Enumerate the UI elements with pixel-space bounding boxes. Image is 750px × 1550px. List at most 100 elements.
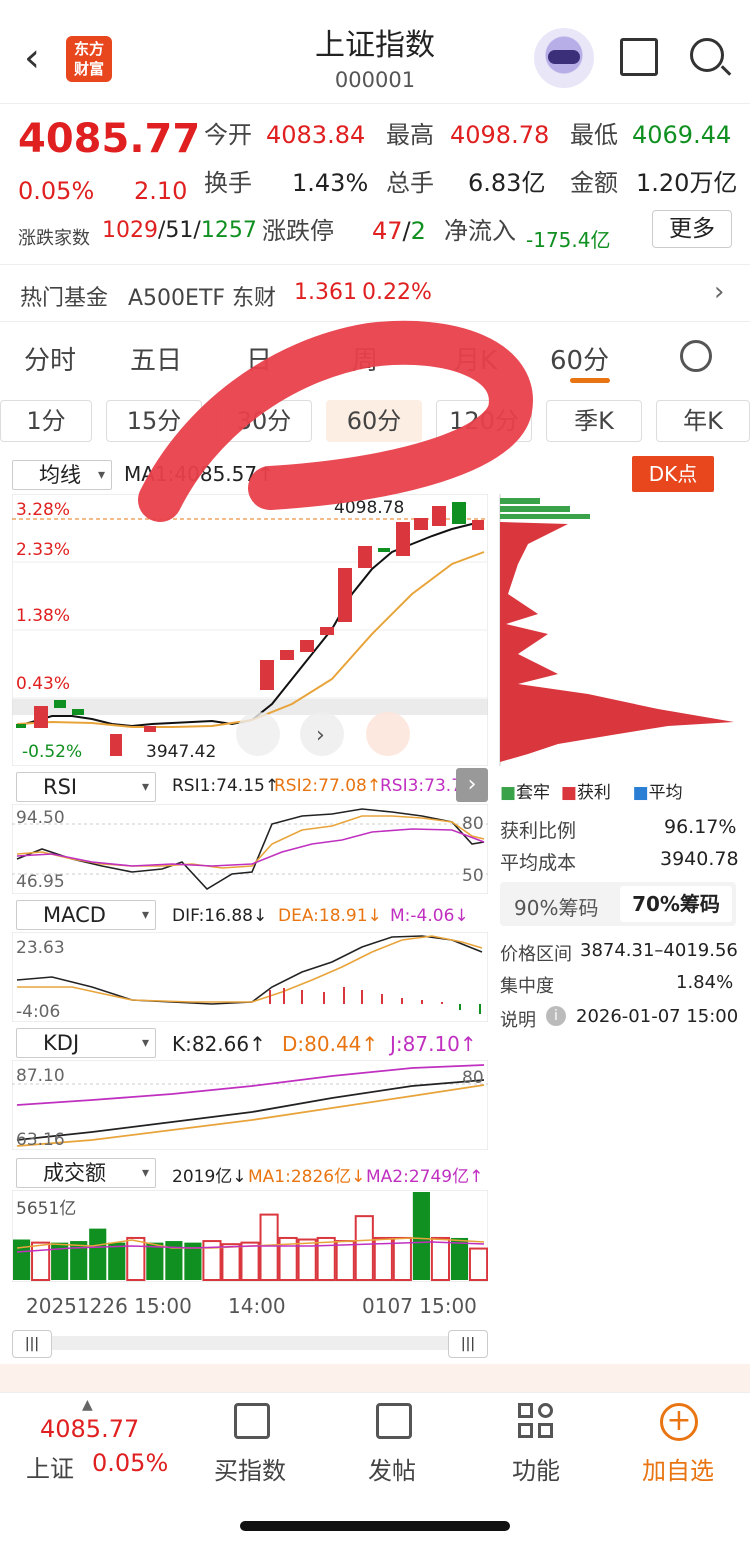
kdj-select[interactable]: KDJ: [16, 1028, 156, 1058]
chart-trend-icon[interactable]: [234, 1403, 270, 1439]
range-slider-left-handle[interactable]: |||: [12, 1330, 52, 1358]
macd-y-bottom: -4:06: [16, 1002, 61, 1022]
add-watchlist-button[interactable]: 加自选: [642, 1451, 714, 1486]
volume-bar-chart: [12, 1190, 488, 1282]
open-value: 4083.84: [266, 121, 366, 149]
more-button[interactable]: 更多: [652, 210, 732, 248]
range-value: 3874.31–4019.56: [580, 940, 738, 961]
updown-counts: 1029/51/1257: [102, 218, 257, 243]
chip-legend: ■套牢 ■获利 ■平均: [500, 783, 683, 803]
volume-bar: [89, 1228, 107, 1280]
edit-post-icon[interactable]: [376, 1403, 412, 1439]
volume-bar: [450, 1237, 469, 1280]
macd-dea: DEA:18.91↓: [278, 906, 382, 926]
high-label: 最高: [386, 121, 434, 149]
rsi-ref-bottom: 50: [462, 866, 484, 886]
red-annotation-stroke: [138, 320, 533, 522]
range-slider-right-handle[interactable]: |||: [448, 1330, 488, 1358]
volume-bar: [240, 1241, 260, 1281]
kdj-ref: 80: [462, 1068, 484, 1088]
kdj-chart: [12, 1060, 488, 1150]
y-label-2: 2.33%: [16, 540, 71, 560]
date-end: 0107 15:00: [362, 1294, 477, 1318]
chip-tab-90[interactable]: 90%筹码: [514, 892, 598, 921]
kdj-k: K:82.66↑: [172, 1032, 266, 1056]
chip-distribution-chart: [499, 494, 734, 766]
volume-bar: [316, 1236, 336, 1281]
bottom-index-name: 上证: [26, 1455, 74, 1483]
subtab-quarter[interactable]: 季K: [546, 400, 642, 442]
amount-value: 1.20万亿: [636, 169, 738, 197]
y-label-3: 1.38%: [16, 606, 71, 626]
open-label: 今开: [204, 121, 252, 149]
bottom-banner-strip: [0, 1364, 750, 1394]
volume-bar: [468, 1247, 488, 1281]
volume-select[interactable]: 成交额: [16, 1158, 156, 1188]
concentration-label: 集中度: [500, 976, 554, 997]
low-marker: 3947.42: [146, 742, 217, 762]
rsi-y-bottom: 46.95: [16, 872, 65, 892]
volume-value: 6.83亿: [468, 169, 546, 197]
limit-label: 涨跌停: [262, 217, 334, 245]
volume-bar: [412, 1192, 430, 1280]
header-bar: ‹ 东方 财富 上证指数 000001: [0, 0, 750, 104]
grid-function-icon[interactable]: [518, 1403, 554, 1439]
date-mid: 14:00: [228, 1294, 286, 1318]
range-slider-track[interactable]: [12, 1336, 488, 1350]
volume-y-top: 5651亿: [16, 1199, 77, 1219]
note-label: 说明: [500, 1010, 536, 1031]
low-value: 4069.44: [632, 121, 732, 149]
function-button[interactable]: 功能: [512, 1451, 560, 1486]
macd-select[interactable]: MACD: [16, 900, 156, 930]
note-time: 2026-01-07 15:00: [576, 1006, 739, 1027]
kdj-y-top: 87.10: [16, 1066, 65, 1086]
volume-bar: [108, 1242, 126, 1280]
bottom-pct: 0.05%: [92, 1449, 169, 1477]
rsi2-value: RSI2:77.08↑: [274, 776, 382, 796]
volume-bar: [259, 1213, 279, 1281]
buy-index-button[interactable]: 买指数: [214, 1451, 286, 1486]
turnover-value: 1.43%: [292, 169, 369, 197]
concentration-value: 1.84%: [676, 972, 734, 993]
volume-bar: [146, 1242, 164, 1280]
candlestick-chart[interactable]: ›: [12, 494, 488, 766]
kdj-d: D:80.44↑: [282, 1032, 379, 1056]
macd-dif: DIF:16.88↓: [172, 906, 268, 926]
volume-bar: [430, 1236, 451, 1281]
settings-gear-icon[interactable]: [680, 340, 712, 372]
date-start: 20251226 15:00: [26, 1294, 192, 1318]
rsi-select[interactable]: RSI: [16, 772, 156, 802]
high-value: 4098.78: [450, 121, 550, 149]
robot-avatar-icon[interactable]: [534, 28, 594, 88]
info-icon[interactable]: i: [546, 1006, 566, 1026]
volume-bar: [335, 1240, 355, 1281]
bottom-price: 4085.77: [40, 1415, 140, 1443]
share-icon[interactable]: [620, 38, 658, 76]
dk-point-button[interactable]: DK点: [632, 456, 714, 492]
change-pct: 0.05%: [18, 177, 95, 205]
stock-code: 000001: [334, 68, 416, 92]
change-value: 2.10: [134, 177, 188, 205]
back-chevron-icon[interactable]: ‹: [24, 38, 40, 78]
chip-tab-70[interactable]: 70%筹码: [620, 886, 732, 922]
volume-bar: [221, 1243, 241, 1281]
profit-ratio-label: 获利比例: [500, 820, 577, 842]
low-label: 最低: [570, 121, 618, 149]
updown-label: 涨跌家数: [18, 228, 90, 249]
subtab-year[interactable]: 年K: [656, 400, 750, 442]
volume-bar: [13, 1239, 31, 1280]
home-indicator: [240, 1521, 510, 1531]
page-title: 上证指数: [315, 28, 435, 63]
search-icon[interactable]: [690, 38, 724, 72]
add-plus-icon[interactable]: +: [660, 1403, 698, 1441]
active-tab-underline: [570, 378, 610, 383]
volume-bar: [354, 1215, 374, 1281]
caret-up-icon: ▲: [82, 1397, 93, 1413]
svg-text:›: ›: [316, 723, 325, 748]
post-button[interactable]: 发帖: [368, 1451, 416, 1486]
volume-bar: [392, 1236, 412, 1281]
expand-arrow-icon[interactable]: ›: [456, 768, 488, 802]
volume-ma2: MA2:2749亿↑: [366, 1167, 484, 1187]
bottom-action-bar: ▲ 4085.77 上证 0.05% 买指数 发帖 功能 + 加自选: [0, 1392, 750, 1550]
range-label: 价格区间: [500, 944, 572, 965]
